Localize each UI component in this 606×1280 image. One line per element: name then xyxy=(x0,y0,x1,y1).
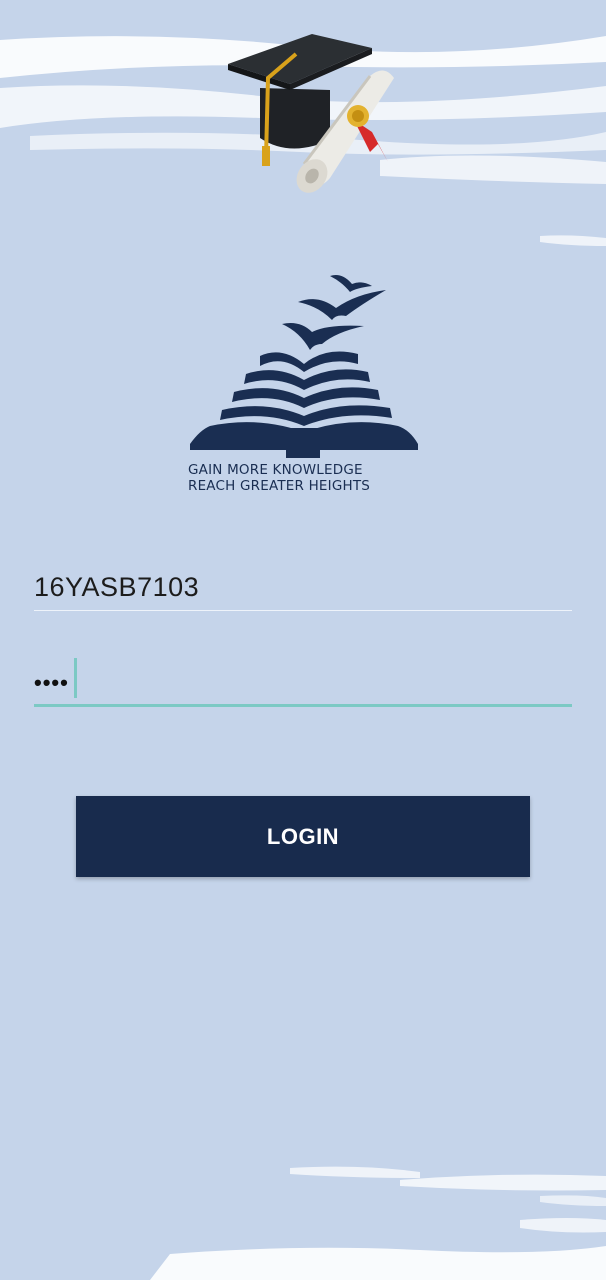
password-masked-value: •••• xyxy=(34,670,69,695)
brand-tagline: GAIN MORE KNOWLEDGE REACH GREATER HEIGHT… xyxy=(188,462,420,494)
password-field[interactable]: •••• xyxy=(34,656,572,707)
open-book-birds-logo xyxy=(190,275,418,458)
text-cursor xyxy=(74,658,77,698)
username-field[interactable]: 16YASB7103 xyxy=(34,566,572,611)
tagline-line-1: GAIN MORE KNOWLEDGE xyxy=(188,462,363,478)
login-button[interactable]: LOGIN xyxy=(76,796,530,877)
tagline-line-2: REACH GREATER HEIGHTS xyxy=(188,478,371,494)
username-value: 16YASB7103 xyxy=(34,572,200,602)
graduation-cap-diploma-art xyxy=(228,34,394,193)
